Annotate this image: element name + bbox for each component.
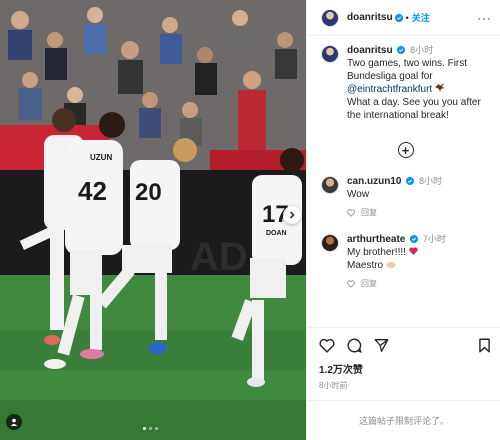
jersey-name-uzun: UZUN (90, 153, 112, 162)
comment-time: 8小时 (419, 176, 443, 186)
like-heart-icon[interactable] (319, 338, 335, 353)
avatar[interactable] (321, 234, 339, 252)
carousel-indicator (143, 427, 158, 430)
comment-text: My brother!!!! (347, 247, 406, 258)
comment-username[interactable]: can.uzun10 (347, 176, 401, 187)
load-more-comments-button[interactable]: + (397, 142, 414, 158)
header-username[interactable]: doanritsu (347, 12, 393, 23)
heart-icon[interactable] (347, 279, 355, 288)
comment-username[interactable]: arthurtheate (347, 234, 405, 245)
comment-bubble-icon[interactable] (347, 338, 362, 353)
more-options-icon[interactable]: ··· (477, 11, 492, 25)
action-bar: 1.2万次赞 8小时前 (307, 327, 500, 391)
photo-illustration: AD 42 UZUN 20 17 DOAN (0, 0, 306, 440)
carousel-dot-active (143, 427, 146, 430)
separator-dot: • (405, 12, 409, 23)
avatar[interactable] (321, 176, 339, 194)
comment-text: Wow (347, 189, 370, 200)
verified-badge-icon (406, 177, 415, 185)
save-bookmark-icon[interactable] (478, 338, 491, 353)
hands-emoji-icon (386, 262, 396, 268)
post-panel: doanritsu • 关注 ··· doanritsu 8小时 Two gam… (306, 0, 500, 440)
caption-text: Two games, two wins. First Bundesliga go… (347, 58, 468, 82)
svg-text:AD: AD (190, 235, 248, 279)
mention-link[interactable]: @eintrachtfrankfurt (347, 84, 432, 95)
likes-count[interactable]: 1.2万次赞 (319, 361, 491, 376)
tagged-users-icon[interactable] (6, 414, 22, 430)
avatar[interactable] (321, 45, 339, 63)
post-header: doanritsu • 关注 ··· (307, 0, 500, 36)
comment-time: 7小时 (422, 234, 446, 244)
red-heart-emoji-icon (409, 247, 418, 255)
caption-username[interactable]: doanritsu (347, 45, 393, 56)
share-send-icon[interactable] (374, 338, 389, 353)
comments-section: doanritsu 8小时 Two games, two wins. First… (307, 36, 500, 317)
reply-button[interactable]: 回复 (361, 277, 377, 290)
jersey-name-doan: DOAN (266, 230, 287, 237)
carousel-dot (155, 427, 158, 430)
verified-badge-icon (410, 235, 419, 243)
reply-button[interactable]: 回复 (361, 206, 377, 219)
comment-item: can.uzun10 8小时 Wow 回复 (321, 175, 490, 219)
carousel-dot (149, 427, 152, 430)
avatar[interactable] (321, 8, 339, 27)
heart-icon[interactable] (347, 208, 355, 217)
comment-item: arthurtheate 7小时 My brother!!!! Maestro … (321, 233, 490, 290)
jersey-number-20: 20 (135, 179, 162, 206)
comment-text-continued: Maestro (347, 260, 384, 271)
comments-disabled-notice: 这篇帖子限制评论了。 (307, 400, 500, 440)
chevron-right-icon (289, 211, 295, 219)
caption: doanritsu 8小时 Two games, two wins. First… (321, 44, 490, 122)
caption-time: 8小时 (410, 45, 434, 55)
jersey-number-42: 42 (78, 176, 107, 206)
posted-time: 8小时前 (319, 381, 348, 390)
follow-button[interactable]: 关注 (412, 11, 430, 24)
caption-text-continued: What a day. See you you after the intern… (347, 97, 481, 121)
verified-badge-icon (394, 13, 403, 22)
verified-badge-icon (397, 46, 406, 54)
eagle-emoji-icon (434, 83, 445, 92)
post-photo[interactable]: AD 42 UZUN 20 17 DOAN (0, 0, 306, 440)
carousel-next-button[interactable] (283, 206, 301, 224)
